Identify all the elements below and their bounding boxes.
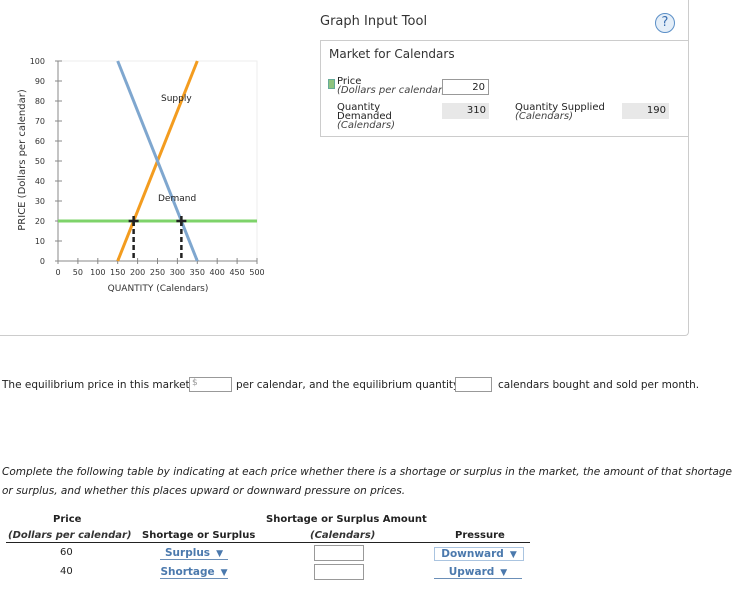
equilibrium-quantity-input[interactable] bbox=[455, 377, 492, 392]
pressure-dropdown[interactable]: Upward ▼ bbox=[434, 566, 522, 579]
x-tick-label: 200 bbox=[130, 268, 145, 277]
row-price: 60 bbox=[60, 547, 73, 558]
question-pre: The equilibrium price in this market is bbox=[2, 379, 202, 391]
tool-title: Graph Input Tool bbox=[320, 14, 428, 29]
chevron-down-icon: ▼ bbox=[216, 549, 223, 559]
point-marker-icon bbox=[128, 216, 139, 226]
x-tick-label: 500 bbox=[249, 268, 264, 277]
instructions: Complete the following table by indicati… bbox=[2, 466, 733, 497]
x-tick-label: 50 bbox=[73, 268, 83, 277]
y-tick-label: 50 bbox=[35, 157, 45, 166]
dropdown-value: Shortage bbox=[160, 566, 215, 578]
x-tick-label: 400 bbox=[210, 268, 225, 277]
y-tick-label: 60 bbox=[35, 137, 45, 146]
pressure-dropdown[interactable]: Downward ▼ bbox=[434, 547, 524, 561]
x-tick-label: 0 bbox=[55, 268, 60, 277]
help-icon[interactable]: ? bbox=[655, 13, 675, 33]
quantity-demanded-value: 310 bbox=[442, 103, 489, 119]
quantity-supplied-value: 190 bbox=[622, 103, 669, 119]
chevron-down-icon: ▼ bbox=[509, 550, 517, 560]
equilibrium-price-input[interactable]: $ bbox=[189, 377, 232, 392]
market-title: Market for Calendars bbox=[329, 47, 455, 61]
row-price: 40 bbox=[60, 566, 73, 577]
demand-label: Demand bbox=[158, 194, 196, 204]
amount-input[interactable] bbox=[314, 564, 364, 580]
price-input[interactable]: 20 bbox=[442, 79, 489, 95]
header-divider bbox=[6, 542, 530, 543]
x-tick-label: 250 bbox=[150, 268, 165, 277]
amount-input[interactable] bbox=[314, 545, 364, 561]
header-shortage-surplus: Shortage or Surplus bbox=[142, 530, 256, 541]
shortage-surplus-dropdown[interactable]: Surplus ▼ bbox=[160, 547, 228, 560]
x-tick-label: 300 bbox=[170, 268, 185, 277]
x-tick-label: 100 bbox=[90, 268, 105, 277]
y-tick-label: 0 bbox=[40, 257, 45, 266]
qs-unit: (Calendars) bbox=[515, 111, 573, 122]
y-tick-label: 100 bbox=[30, 57, 45, 66]
dropdown-value: Surplus bbox=[165, 547, 211, 559]
x-tick-label: 350 bbox=[190, 268, 205, 277]
y-tick-label: 80 bbox=[35, 97, 45, 106]
header-amount: Shortage or Surplus Amount bbox=[266, 514, 427, 525]
dropdown-value: Downward bbox=[441, 548, 504, 560]
header-price: Price bbox=[53, 514, 82, 525]
chevron-down-icon: ▼ bbox=[500, 568, 508, 578]
header-price-unit: (Dollars per calendar) bbox=[8, 530, 132, 541]
supply-label: Supply bbox=[161, 94, 192, 104]
currency-symbol: $ bbox=[192, 378, 198, 388]
point-marker-icon bbox=[176, 216, 187, 226]
y-tick-label: 70 bbox=[35, 117, 45, 126]
market-info-box: Market for Calendars Price (Dollars per c… bbox=[320, 40, 689, 137]
x-tick-label: 450 bbox=[229, 268, 244, 277]
y-tick-label: 20 bbox=[35, 217, 45, 226]
shortage-surplus-dropdown[interactable]: Shortage ▼ bbox=[160, 566, 228, 579]
x-tick-label: 150 bbox=[110, 268, 125, 277]
y-tick-label: 10 bbox=[35, 237, 45, 246]
question-post: calendars bought and sold per month. bbox=[498, 379, 700, 391]
qd-unit: (Calendars) bbox=[337, 120, 395, 131]
header-amount-unit: (Calendars) bbox=[310, 530, 376, 541]
chevron-down-icon: ▼ bbox=[220, 568, 228, 578]
y-tick-label: 40 bbox=[35, 177, 45, 186]
supply-demand-chart[interactable]: PRICE (Dollars per calendar) QUANTITY (C… bbox=[0, 50, 300, 300]
y-tick-label: 30 bbox=[35, 197, 45, 206]
dropdown-value: Upward bbox=[448, 566, 495, 578]
y-tick-label: 90 bbox=[35, 77, 45, 86]
price-color-swatch bbox=[328, 79, 335, 89]
equilibrium-question: The equilibrium price in this market is bbox=[2, 379, 201, 391]
header-pressure: Pressure bbox=[455, 530, 505, 541]
question-mid: per calendar, and the equilibrium quanti… bbox=[236, 379, 471, 391]
y-axis-label: PRICE (Dollars per calendar) bbox=[17, 89, 28, 231]
x-axis-label: QUANTITY (Calendars) bbox=[108, 284, 209, 294]
price-unit: (Dollars per calendar) bbox=[337, 85, 447, 96]
